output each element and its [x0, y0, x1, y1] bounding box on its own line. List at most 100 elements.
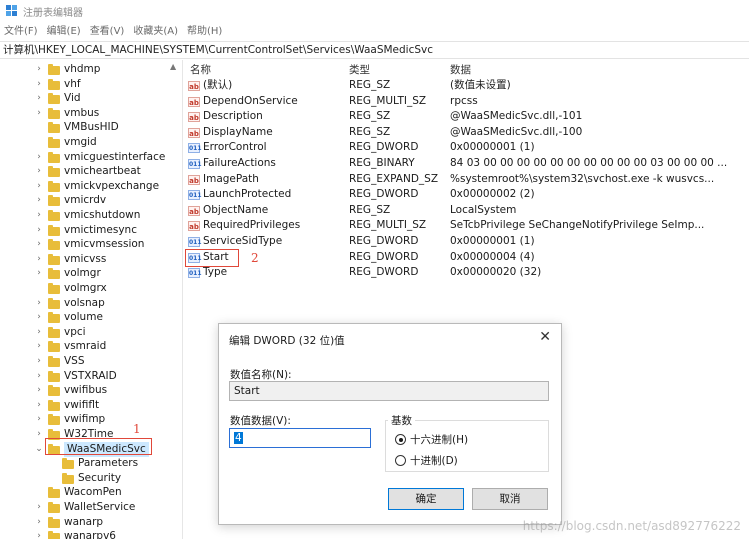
string-value-icon: ab	[188, 81, 200, 91]
value-row[interactable]: ab ImagePath REG_EXPAND_SZ %systemroot%\sys…	[186, 172, 749, 187]
column-header-name[interactable]: 名称	[190, 62, 211, 77]
chevron-right-icon[interactable]: ›	[34, 106, 44, 121]
tree-item[interactable]: › vhdmp	[0, 62, 182, 77]
ok-button[interactable]: 确定	[388, 488, 464, 510]
chevron-right-icon[interactable]: ›	[34, 383, 44, 398]
dialog-title: 编辑 DWORD (32 位)值	[229, 335, 345, 347]
menu-help[interactable]: 帮助(H)	[187, 24, 222, 40]
tree-item[interactable]: › vhf	[0, 77, 182, 92]
chevron-right-icon[interactable]: ›	[34, 427, 44, 442]
chevron-right-icon[interactable]: ›	[34, 369, 44, 384]
tree-item[interactable]: › vmbus	[0, 106, 182, 121]
chevron-right-icon[interactable]: ›	[34, 193, 44, 208]
tree-item[interactable]: volmgrx	[0, 281, 182, 296]
value-type: REG_DWORD	[349, 235, 419, 247]
tree-item[interactable]: Parameters	[0, 456, 182, 471]
chevron-right-icon[interactable]: ›	[34, 150, 44, 165]
tree-item[interactable]: › vwififlt	[0, 398, 182, 413]
tree-item[interactable]: WacomPen	[0, 485, 182, 500]
tree-item-label: wanarpv6	[64, 530, 116, 539]
tree-item[interactable]: › vmicvmsession	[0, 237, 182, 252]
chevron-right-icon[interactable]: ›	[34, 266, 44, 281]
chevron-right-icon[interactable]: ›	[34, 62, 44, 77]
chevron-right-icon[interactable]: ›	[34, 296, 44, 311]
value-row[interactable]: ab Description REG_SZ @WaaSMedicSvc.dll,-10…	[186, 109, 749, 124]
tree-item-label: VSTXRAID	[64, 369, 117, 382]
registry-tree[interactable]: ▲ › vhdmp › vhf › Vid › vmbus VMBusHID vmgid › vmic…	[0, 60, 183, 539]
value-row[interactable]: 011 ErrorControl REG_DWORD 0x00000001 (1)	[186, 140, 749, 155]
radio-dec-dot[interactable]	[395, 455, 406, 466]
chevron-right-icon[interactable]: ›	[34, 412, 44, 427]
value-row[interactable]: 011 ServiceSidType REG_DWORD 0x00000001 (1)	[186, 234, 749, 249]
value-data-text: 4	[234, 432, 243, 444]
chevron-right-icon[interactable]: ›	[34, 325, 44, 340]
tree-item[interactable]: › volume	[0, 310, 182, 325]
menu-file[interactable]: 文件(F)	[4, 24, 38, 40]
value-row[interactable]: ab RequiredPrivileges REG_MULTI_SZ SeTcbPri…	[186, 218, 749, 233]
close-icon[interactable]: ✕	[539, 329, 551, 345]
chevron-right-icon[interactable]: ›	[34, 398, 44, 413]
chevron-right-icon[interactable]: ›	[34, 500, 44, 515]
tree-item[interactable]: vmgid	[0, 135, 182, 150]
tree-item[interactable]: › vmickvpexchange	[0, 179, 182, 194]
radio-hex[interactable]: 十六进制(H)	[395, 432, 468, 447]
tree-item-label: vmickvpexchange	[64, 179, 160, 192]
chevron-right-icon[interactable]: ›	[34, 208, 44, 223]
tree-item[interactable]: › VSS	[0, 354, 182, 369]
value-row[interactable]: 011 Start REG_DWORD 0x00000004 (4)	[186, 250, 749, 265]
binary-value-icon: 011	[188, 190, 202, 201]
tree-item[interactable]: › wanarpv6	[0, 529, 182, 539]
column-header-type[interactable]: 类型	[349, 62, 370, 77]
chevron-right-icon[interactable]: ›	[34, 529, 44, 539]
tree-item[interactable]: › volmgr	[0, 266, 182, 281]
chevron-right-icon[interactable]: ›	[34, 354, 44, 369]
tree-item[interactable]: › vmictimesync	[0, 223, 182, 238]
tree-item[interactable]: › vsmraid	[0, 339, 182, 354]
tree-item-label: wanarp	[64, 515, 104, 528]
chevron-right-icon[interactable]: ›	[34, 91, 44, 106]
tree-item[interactable]: › vwifibus	[0, 383, 182, 398]
value-row[interactable]: ab DisplayName REG_SZ @WaaSMedicSvc.dll,-10…	[186, 125, 749, 140]
tree-item[interactable]: › vmicvss	[0, 252, 182, 267]
chevron-right-icon[interactable]: ›	[34, 310, 44, 325]
tree-item[interactable]: › volsnap	[0, 296, 182, 311]
chevron-right-icon[interactable]: ›	[34, 339, 44, 354]
chevron-right-icon[interactable]: ›	[34, 179, 44, 194]
tree-item[interactable]: › WalletService	[0, 500, 182, 515]
chevron-down-icon[interactable]: ⌄	[34, 442, 44, 457]
tree-item[interactable]: › vmicheartbeat	[0, 164, 182, 179]
column-header-data[interactable]: 数据	[450, 62, 471, 77]
chevron-right-icon[interactable]: ›	[34, 515, 44, 530]
tree-item[interactable]: › VSTXRAID	[0, 369, 182, 384]
value-row[interactable]: ab ObjectName REG_SZ LocalSystem	[186, 203, 749, 218]
value-name: DependOnService	[203, 94, 298, 107]
value-row[interactable]: 011 Type REG_DWORD 0x00000020 (32)	[186, 265, 749, 280]
chevron-right-icon[interactable]: ›	[34, 164, 44, 179]
menu-edit[interactable]: 编辑(E)	[47, 24, 81, 40]
value-row[interactable]: ab DependOnService REG_MULTI_SZ rpcss	[186, 94, 749, 109]
tree-item-label: vmicguestinterface	[64, 150, 166, 163]
menu-favorites[interactable]: 收藏夹(A)	[133, 24, 178, 40]
tree-item[interactable]: › vpci	[0, 325, 182, 340]
value-row[interactable]: ab (默认) REG_SZ (数值未设置)	[186, 78, 749, 93]
chevron-right-icon[interactable]: ›	[34, 252, 44, 267]
radio-dec[interactable]: 十进制(D)	[395, 453, 458, 468]
chevron-right-icon[interactable]: ›	[34, 77, 44, 92]
value-data-input[interactable]: 4	[229, 428, 371, 448]
tree-item[interactable]: › vmicguestinterface	[0, 150, 182, 165]
address-bar[interactable]: 计算机\HKEY_LOCAL_MACHINE\SYSTEM\CurrentCon…	[0, 41, 749, 59]
value-row[interactable]: 011 FailureActions REG_BINARY 84 03 00 00 0…	[186, 156, 749, 171]
chevron-right-icon[interactable]: ›	[34, 237, 44, 252]
tree-item[interactable]: VMBusHID	[0, 120, 182, 135]
radio-hex-dot[interactable]	[395, 434, 406, 445]
tree-item[interactable]: Security	[0, 471, 182, 486]
value-row[interactable]: 011 LaunchProtected REG_DWORD 0x00000002 (2…	[186, 187, 749, 202]
tree-item[interactable]: › Vid	[0, 91, 182, 106]
tree-item[interactable]: › vmicshutdown	[0, 208, 182, 223]
menu-view[interactable]: 查看(V)	[90, 24, 125, 40]
chevron-right-icon[interactable]: ›	[34, 223, 44, 238]
tree-item[interactable]: › vwifimp	[0, 412, 182, 427]
tree-item[interactable]: › vmicrdv	[0, 193, 182, 208]
cancel-button[interactable]: 取消	[472, 488, 548, 510]
tree-item[interactable]: › wanarp	[0, 515, 182, 530]
